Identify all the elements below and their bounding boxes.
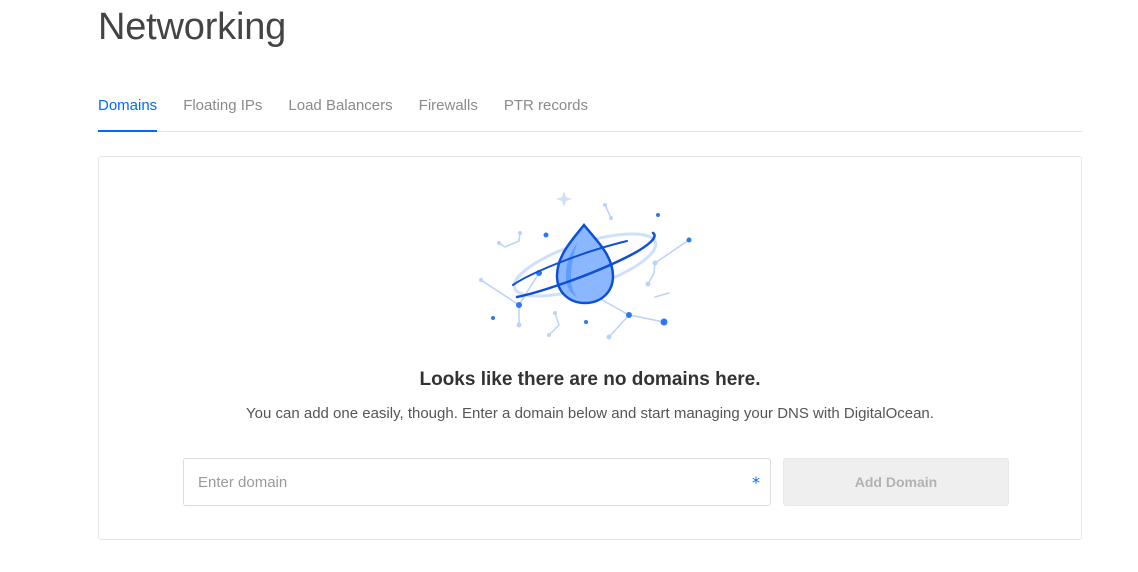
water-drop-planet-illustration bbox=[479, 191, 692, 340]
page-title: Networking bbox=[98, 6, 287, 48]
empty-state-description: You can add one easily, though. Enter a … bbox=[246, 405, 934, 422]
tab-load-balancers[interactable]: Load Balancers bbox=[288, 84, 392, 132]
required-indicator: * bbox=[752, 473, 760, 492]
domain-field: * bbox=[183, 458, 771, 506]
networking-tabs: Domains Floating IPs Load Balancers Fire… bbox=[98, 84, 1082, 132]
tab-floating-ips[interactable]: Floating IPs bbox=[183, 84, 262, 132]
empty-state-panel: Looks like there are no domains here. Yo… bbox=[98, 156, 1082, 540]
add-domain-button[interactable]: Add Domain bbox=[783, 458, 1009, 506]
domain-input[interactable] bbox=[184, 459, 770, 505]
tab-ptr-records[interactable]: PTR records bbox=[504, 84, 588, 132]
tab-firewalls[interactable]: Firewalls bbox=[419, 84, 478, 132]
tab-domains[interactable]: Domains bbox=[98, 84, 158, 132]
empty-state-title: Looks like there are no domains here. bbox=[419, 369, 761, 390]
